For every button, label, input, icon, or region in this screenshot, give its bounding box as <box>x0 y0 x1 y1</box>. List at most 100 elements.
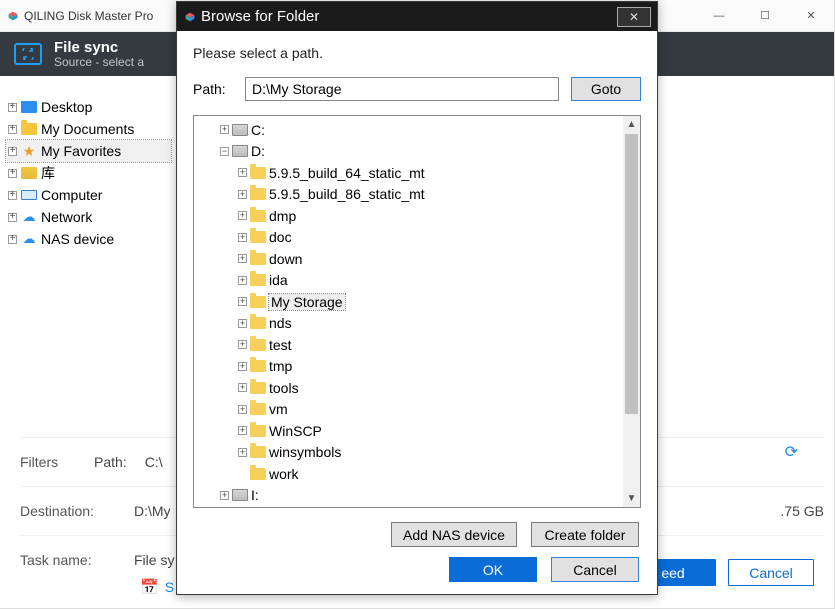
expand-icon[interactable]: + <box>8 147 17 156</box>
monitor-icon <box>21 187 37 203</box>
tree-node-folder[interactable]: +5.9.5_build_86_static_mt <box>202 184 619 206</box>
destination-label: Destination: <box>20 503 116 519</box>
tree-node-folder[interactable]: +test <box>202 334 619 356</box>
folder-icon <box>250 315 266 331</box>
tree-node-network[interactable]: + ☁ Network <box>6 206 171 228</box>
expand-icon[interactable]: + <box>8 213 17 222</box>
folder-tree: + C: − D: +5.9.5_build_64_static_mt+5.9.… <box>193 115 641 508</box>
drive-icon <box>232 487 248 503</box>
expand-icon[interactable]: + <box>8 125 17 134</box>
minimize-button[interactable]: — <box>696 0 742 32</box>
expand-icon[interactable]: + <box>238 405 247 414</box>
expand-icon[interactable]: + <box>238 297 247 306</box>
path-value: C:\ <box>145 454 163 470</box>
tree-node-nas[interactable]: + ☁ NAS device <box>6 228 171 250</box>
tree-node-folder[interactable]: +tmp <box>202 356 619 378</box>
desktop-icon <box>21 99 37 115</box>
tree-node-c-drive[interactable]: + C: <box>202 119 619 141</box>
tree-node-folder[interactable]: +doc <box>202 227 619 249</box>
folder-icon <box>250 251 266 267</box>
scroll-up-icon[interactable]: ▲ <box>623 116 640 133</box>
app-logo-icon <box>8 8 24 24</box>
window-controls: — ☐ ✕ <box>696 0 834 32</box>
disk-free: .75 GB <box>780 503 824 519</box>
file-sync-icon <box>14 43 42 65</box>
expand-icon[interactable]: + <box>8 235 17 244</box>
library-icon <box>21 165 37 181</box>
dialog-titlebar[interactable]: Browse for Folder ✕ <box>177 2 657 31</box>
expand-icon[interactable]: + <box>238 448 247 457</box>
expand-icon[interactable]: + <box>8 169 17 178</box>
add-nas-button[interactable]: Add NAS device <box>391 522 517 547</box>
tree-node-folder[interactable]: work <box>202 463 619 485</box>
tree-node-computer[interactable]: + Computer <box>6 184 171 206</box>
tree-node-folder[interactable]: +WinSCP <box>202 420 619 442</box>
expand-icon[interactable]: + <box>238 319 247 328</box>
tree-node-folder[interactable]: +dmp <box>202 205 619 227</box>
maximize-button[interactable]: ☐ <box>742 0 788 32</box>
tree-node-desktop[interactable]: + Desktop <box>6 96 171 118</box>
close-button[interactable]: ✕ <box>788 0 834 32</box>
tree-node-folder[interactable]: +nds <box>202 313 619 335</box>
vertical-scrollbar[interactable]: ▲ ▼ <box>623 116 640 507</box>
calendar-icon[interactable]: 📅 <box>140 578 159 596</box>
path-input[interactable] <box>245 77 559 101</box>
folder-icon <box>250 401 266 417</box>
nas-icon: ☁ <box>21 231 37 247</box>
path-label: Path: <box>193 81 233 97</box>
folder-icon <box>250 272 266 288</box>
expand-icon[interactable]: + <box>220 125 229 134</box>
expand-icon[interactable]: + <box>8 103 17 112</box>
tree-node-folder[interactable]: +ida <box>202 270 619 292</box>
network-icon: ☁ <box>21 209 37 225</box>
cancel-button[interactable]: Cancel <box>728 559 814 586</box>
tree-node-libraries[interactable]: + 库 <box>6 162 171 184</box>
tree-node-folder[interactable]: +tools <box>202 377 619 399</box>
star-icon: ★ <box>21 143 37 159</box>
scroll-down-icon[interactable]: ▼ <box>623 490 640 507</box>
expand-icon[interactable]: + <box>8 191 17 200</box>
app-title: QILING Disk Master Pro <box>24 9 153 23</box>
task-name-value: File sy <box>134 552 174 568</box>
dialog-title: Browse for Folder <box>201 8 319 25</box>
tree-node-folder[interactable]: +5.9.5_build_64_static_mt <box>202 162 619 184</box>
tree-node-folder[interactable]: +My Storage <box>202 291 619 313</box>
expand-icon[interactable]: + <box>238 276 247 285</box>
expand-icon[interactable]: + <box>238 340 247 349</box>
destination-value: D:\My <box>134 503 171 519</box>
expand-icon[interactable]: + <box>238 233 247 242</box>
collapse-icon[interactable]: − <box>220 147 229 156</box>
tree-node-i-drive[interactable]: + I: <box>202 485 619 507</box>
folder-icon <box>21 121 37 137</box>
folder-icon <box>250 337 266 353</box>
expand-icon[interactable]: + <box>238 383 247 392</box>
folder-icon <box>250 294 266 310</box>
expand-icon[interactable]: + <box>238 168 247 177</box>
refresh-icon[interactable]: ⟳ <box>785 442 798 462</box>
schedule-label[interactable]: S <box>165 579 174 595</box>
expand-icon[interactable]: + <box>220 491 229 500</box>
expand-icon[interactable]: + <box>238 426 247 435</box>
folder-icon <box>250 444 266 460</box>
expand-icon[interactable]: + <box>238 254 247 263</box>
expand-icon[interactable]: + <box>238 190 247 199</box>
ok-button[interactable]: OK <box>449 557 537 582</box>
folder-icon <box>250 423 266 439</box>
tree-node-folder[interactable]: +down <box>202 248 619 270</box>
dialog-close-button[interactable]: ✕ <box>617 7 651 27</box>
goto-button[interactable]: Goto <box>571 77 641 101</box>
dialog-cancel-button[interactable]: Cancel <box>551 557 639 582</box>
scroll-thumb[interactable] <box>625 134 638 414</box>
browse-folder-dialog: Browse for Folder ✕ Please select a path… <box>176 1 658 595</box>
create-folder-button[interactable]: Create folder <box>531 522 639 547</box>
ribbon-subtitle: Source - select a <box>54 55 144 69</box>
tree-node-myfavorites[interactable]: + ★ My Favorites <box>6 140 171 162</box>
tree-node-mydocuments[interactable]: + My Documents <box>6 118 171 140</box>
folder-icon <box>250 466 266 482</box>
tree-node-folder[interactable]: +vm <box>202 399 619 421</box>
drive-icon <box>232 143 248 159</box>
expand-icon[interactable]: + <box>238 362 247 371</box>
expand-icon[interactable]: + <box>238 211 247 220</box>
tree-node-d-drive[interactable]: − D: <box>202 141 619 163</box>
tree-node-folder[interactable]: +winsymbols <box>202 442 619 464</box>
